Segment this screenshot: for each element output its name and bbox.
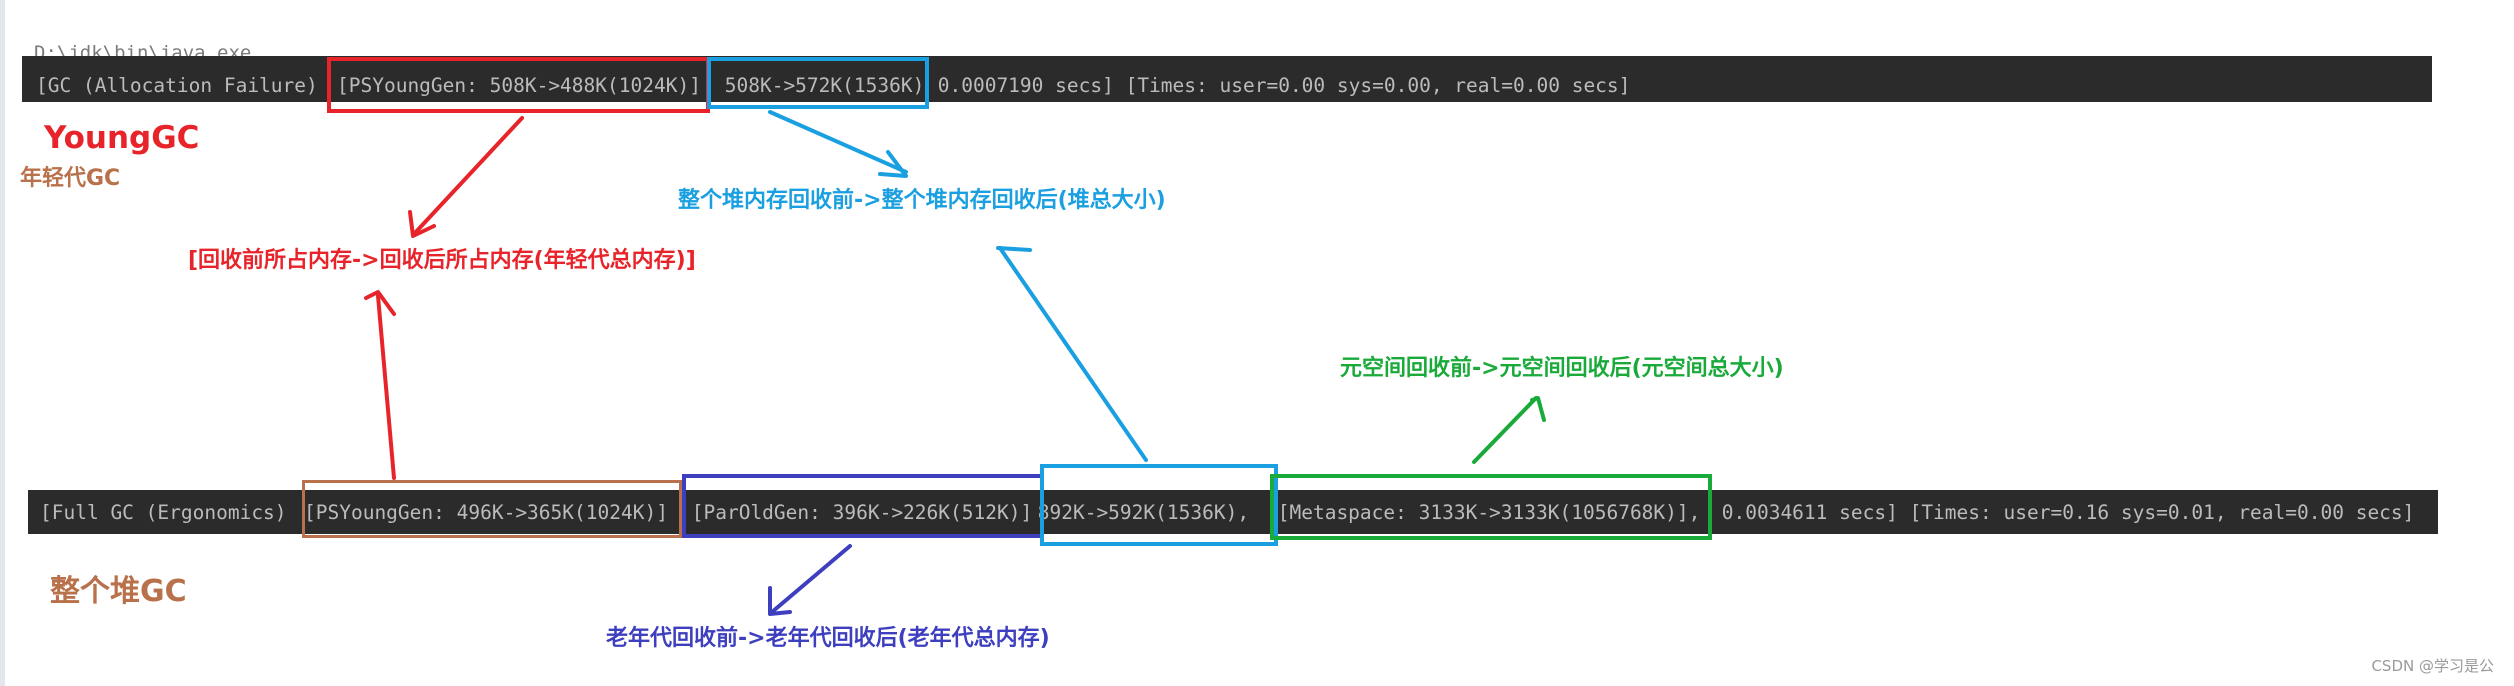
metaspace-arrow-head	[1530, 396, 1546, 422]
full-young-gen-arrow	[376, 294, 396, 480]
young-gen-note: [回收前所占内存->回收后所占内存(年轻代总内存)]	[188, 248, 696, 273]
full-heap-arrow-head	[996, 246, 1032, 252]
heap-note: 整个堆内存回收前->整个堆内存回收后(堆总大小)	[678, 188, 1166, 213]
watermark: CSDN @学习是公	[2371, 657, 2494, 675]
young-gc-title: YoungGC	[44, 120, 200, 156]
young-gc-subtitle: 年轻代GC	[20, 166, 121, 191]
metaspace-note: 元空间回收前->元空间回收后(元空间总大小)	[1340, 356, 1784, 381]
old-gen-arrow	[770, 544, 852, 614]
old-gen-note: 老年代回收前->老年代回收后(老年代总内存)	[606, 626, 1050, 651]
metaspace-arrow	[1472, 396, 1538, 464]
young-heap-arrow	[768, 110, 908, 174]
young-gen-arrow	[412, 116, 524, 236]
full-gc-title: 整个堆GC	[50, 574, 187, 609]
annotation-arrows	[364, 110, 1546, 616]
full-heap-arrow	[998, 246, 1148, 462]
